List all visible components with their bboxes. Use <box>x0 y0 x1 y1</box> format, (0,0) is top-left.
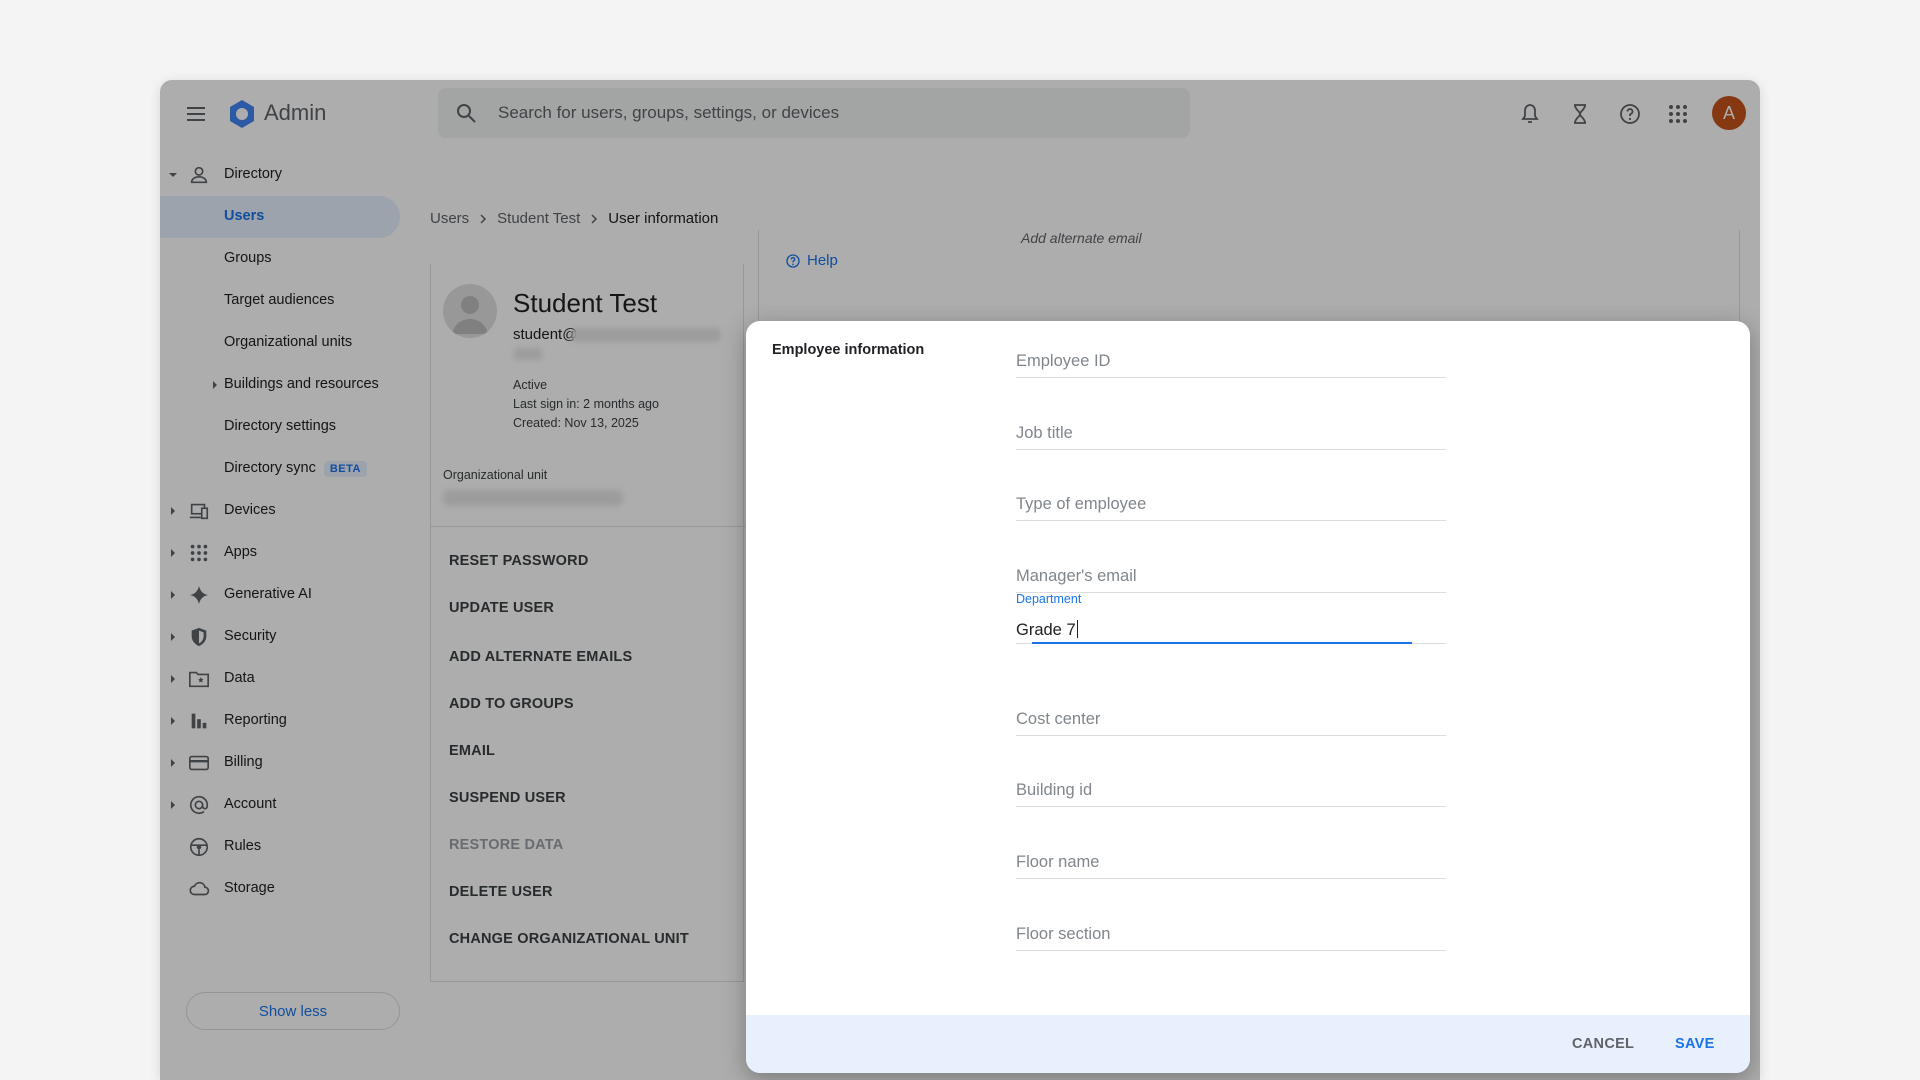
employee-id-field[interactable]: Employee ID <box>1016 352 1446 378</box>
department-focus-underline <box>1032 642 1412 644</box>
dialog-footer: CANCEL SAVE <box>746 1015 1750 1073</box>
job-title-field[interactable]: Job title <box>1016 424 1446 450</box>
department-field[interactable]: Grade 7 <box>1016 620 1078 640</box>
building-id-field[interactable]: Building id <box>1016 781 1446 807</box>
managers-email-field[interactable]: Manager's email <box>1016 567 1446 593</box>
text-cursor <box>1076 620 1078 638</box>
dialog-title: Employee information <box>772 342 925 358</box>
save-button[interactable]: SAVE <box>1675 1036 1715 1052</box>
employee-information-dialog: Employee information Employee ID Job tit… <box>746 321 1750 1073</box>
cost-center-field[interactable]: Cost center <box>1016 710 1446 736</box>
admin-window: Admin Search for users, groups, settings… <box>160 80 1760 1080</box>
floor-section-field[interactable]: Floor section <box>1016 925 1446 951</box>
cancel-button[interactable]: CANCEL <box>1572 1036 1634 1052</box>
type-of-employee-field[interactable]: Type of employee <box>1016 495 1446 521</box>
department-value: Grade 7 <box>1016 621 1076 639</box>
floor-name-field[interactable]: Floor name <box>1016 853 1446 879</box>
department-label: Department <box>1016 592 1082 606</box>
